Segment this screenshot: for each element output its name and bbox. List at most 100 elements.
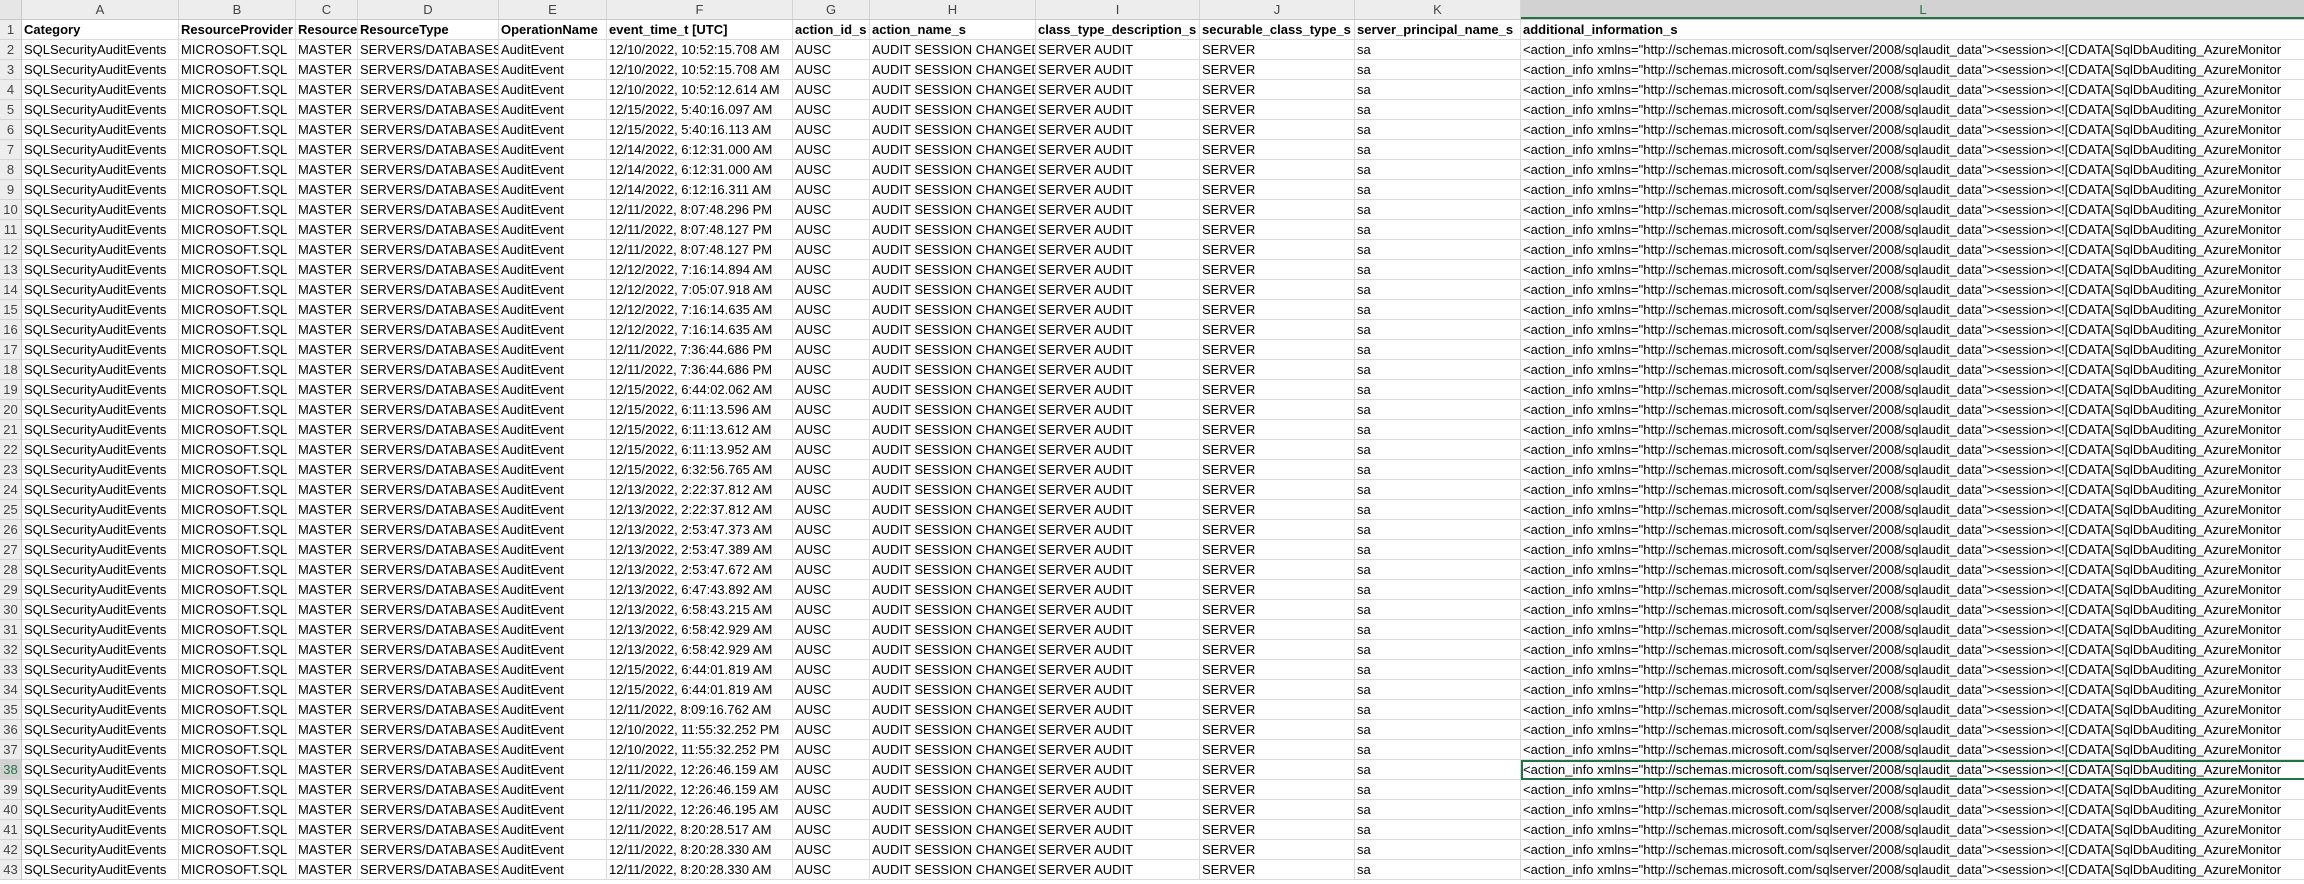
cell-b30[interactable]: MICROSOFT.SQL [179,600,296,620]
cell-b16[interactable]: MICROSOFT.SQL [179,320,296,340]
cell-h41[interactable]: AUDIT SESSION CHANGED [870,820,1036,840]
cell-a38[interactable]: SQLSecurityAuditEvents [22,760,179,780]
row-header-32[interactable]: 32 [0,640,21,660]
cell-c17[interactable]: MASTER [296,340,358,360]
cell-d12[interactable]: SERVERS/DATABASES [358,240,499,260]
row-header-13[interactable]: 13 [0,260,21,280]
cell-h2[interactable]: AUDIT SESSION CHANGED [870,40,1036,60]
cell-g39[interactable]: AUSC [793,780,870,800]
cell-d41[interactable]: SERVERS/DATABASES [358,820,499,840]
cell-a23[interactable]: SQLSecurityAuditEvents [22,460,179,480]
cell-c27[interactable]: MASTER [296,540,358,560]
cell-b41[interactable]: MICROSOFT.SQL [179,820,296,840]
cell-j6[interactable]: SERVER [1200,120,1355,140]
cell-a5[interactable]: SQLSecurityAuditEvents [22,100,179,120]
cell-k14[interactable]: sa [1355,280,1521,300]
cell-e42[interactable]: AuditEvent [499,840,607,860]
cell-j19[interactable]: SERVER [1200,380,1355,400]
cell-f12[interactable]: 12/11/2022, 8:07:48.127 PM [607,240,793,260]
cell-e19[interactable]: AuditEvent [499,380,607,400]
cell-a42[interactable]: SQLSecurityAuditEvents [22,840,179,860]
cell-g12[interactable]: AUSC [793,240,870,260]
cell-e27[interactable]: AuditEvent [499,540,607,560]
cell-b37[interactable]: MICROSOFT.SQL [179,740,296,760]
cell-i43[interactable]: SERVER AUDIT [1036,860,1200,880]
header-cell-b[interactable]: ResourceProvider [179,20,296,40]
cell-f36[interactable]: 12/10/2022, 11:55:32.252 PM [607,720,793,740]
cell-a10[interactable]: SQLSecurityAuditEvents [22,200,179,220]
cell-c25[interactable]: MASTER [296,500,358,520]
cell-a19[interactable]: SQLSecurityAuditEvents [22,380,179,400]
cell-i9[interactable]: SERVER AUDIT [1036,180,1200,200]
cell-c2[interactable]: MASTER [296,40,358,60]
cell-g32[interactable]: AUSC [793,640,870,660]
cell-c32[interactable]: MASTER [296,640,358,660]
cell-d15[interactable]: SERVERS/DATABASES [358,300,499,320]
header-cell-e[interactable]: OperationName [499,20,607,40]
cell-f15[interactable]: 12/12/2022, 7:16:14.635 AM [607,300,793,320]
cell-l32[interactable]: <action_info xmlns="http://schemas.micro… [1521,640,2304,660]
cell-l21[interactable]: <action_info xmlns="http://schemas.micro… [1521,420,2304,440]
cell-h11[interactable]: AUDIT SESSION CHANGED [870,220,1036,240]
cell-b9[interactable]: MICROSOFT.SQL [179,180,296,200]
cell-e10[interactable]: AuditEvent [499,200,607,220]
cell-k37[interactable]: sa [1355,740,1521,760]
cell-h12[interactable]: AUDIT SESSION CHANGED [870,240,1036,260]
cell-b25[interactable]: MICROSOFT.SQL [179,500,296,520]
cell-h8[interactable]: AUDIT SESSION CHANGED [870,160,1036,180]
cell-i26[interactable]: SERVER AUDIT [1036,520,1200,540]
cell-d39[interactable]: SERVERS/DATABASES [358,780,499,800]
cell-c41[interactable]: MASTER [296,820,358,840]
cell-f17[interactable]: 12/11/2022, 7:36:44.686 PM [607,340,793,360]
row-header-21[interactable]: 21 [0,420,21,440]
cell-h35[interactable]: AUDIT SESSION CHANGED [870,700,1036,720]
cell-e30[interactable]: AuditEvent [499,600,607,620]
cell-h7[interactable]: AUDIT SESSION CHANGED [870,140,1036,160]
cell-i12[interactable]: SERVER AUDIT [1036,240,1200,260]
cell-j35[interactable]: SERVER [1200,700,1355,720]
cell-l35[interactable]: <action_info xmlns="http://schemas.micro… [1521,700,2304,720]
cell-h14[interactable]: AUDIT SESSION CHANGED [870,280,1036,300]
cell-a33[interactable]: SQLSecurityAuditEvents [22,660,179,680]
cell-l4[interactable]: <action_info xmlns="http://schemas.micro… [1521,80,2304,100]
header-cell-h[interactable]: action_name_s [870,20,1036,40]
cell-f13[interactable]: 12/12/2022, 7:16:14.894 AM [607,260,793,280]
cell-l43[interactable]: <action_info xmlns="http://schemas.micro… [1521,860,2304,880]
column-header-l[interactable]: L [1521,0,2304,19]
cell-j37[interactable]: SERVER [1200,740,1355,760]
cell-a21[interactable]: SQLSecurityAuditEvents [22,420,179,440]
cell-l15[interactable]: <action_info xmlns="http://schemas.micro… [1521,300,2304,320]
cell-g19[interactable]: AUSC [793,380,870,400]
cell-g30[interactable]: AUSC [793,600,870,620]
cell-b27[interactable]: MICROSOFT.SQL [179,540,296,560]
cell-k23[interactable]: sa [1355,460,1521,480]
cell-l24[interactable]: <action_info xmlns="http://schemas.micro… [1521,480,2304,500]
cell-e38[interactable]: AuditEvent [499,760,607,780]
cell-d10[interactable]: SERVERS/DATABASES [358,200,499,220]
cell-i19[interactable]: SERVER AUDIT [1036,380,1200,400]
cell-f33[interactable]: 12/15/2022, 6:44:01.819 AM [607,660,793,680]
cell-c26[interactable]: MASTER [296,520,358,540]
cell-h3[interactable]: AUDIT SESSION CHANGED [870,60,1036,80]
cell-h40[interactable]: AUDIT SESSION CHANGED [870,800,1036,820]
cell-b26[interactable]: MICROSOFT.SQL [179,520,296,540]
cell-d27[interactable]: SERVERS/DATABASES [358,540,499,560]
cell-j40[interactable]: SERVER [1200,800,1355,820]
cell-e31[interactable]: AuditEvent [499,620,607,640]
row-header-3[interactable]: 3 [0,60,21,80]
cell-l16[interactable]: <action_info xmlns="http://schemas.micro… [1521,320,2304,340]
cell-d32[interactable]: SERVERS/DATABASES [358,640,499,660]
cell-c28[interactable]: MASTER [296,560,358,580]
cell-e3[interactable]: AuditEvent [499,60,607,80]
cell-g9[interactable]: AUSC [793,180,870,200]
cell-g33[interactable]: AUSC [793,660,870,680]
cell-a34[interactable]: SQLSecurityAuditEvents [22,680,179,700]
cell-a29[interactable]: SQLSecurityAuditEvents [22,580,179,600]
cell-k36[interactable]: sa [1355,720,1521,740]
cell-k43[interactable]: sa [1355,860,1521,880]
cell-f8[interactable]: 12/14/2022, 6:12:31.000 AM [607,160,793,180]
cell-e15[interactable]: AuditEvent [499,300,607,320]
cell-k6[interactable]: sa [1355,120,1521,140]
cell-f27[interactable]: 12/13/2022, 2:53:47.389 AM [607,540,793,560]
cell-f3[interactable]: 12/10/2022, 10:52:15.708 AM [607,60,793,80]
